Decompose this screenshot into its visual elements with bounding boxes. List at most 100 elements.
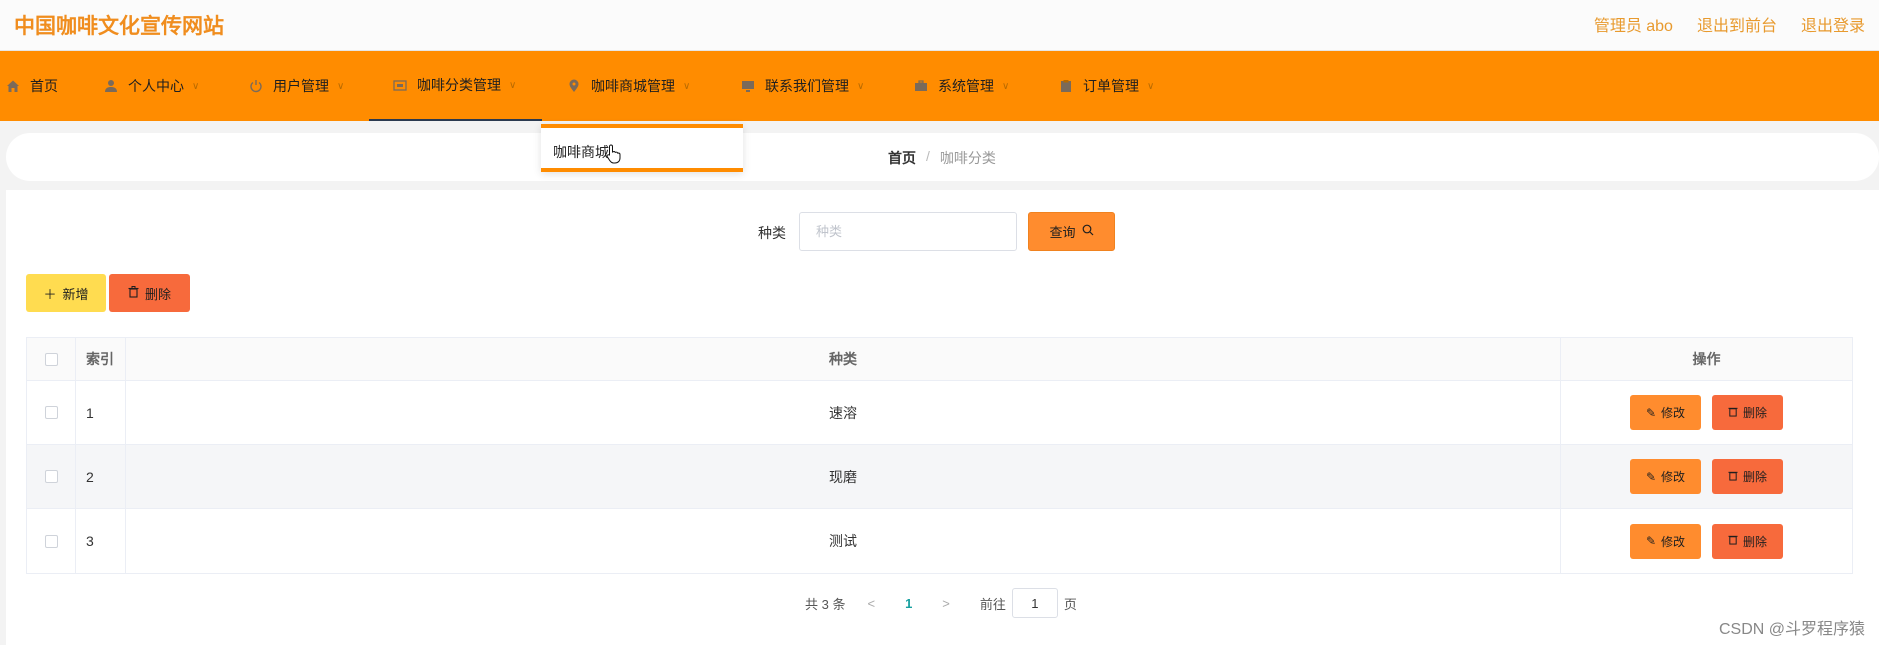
edit-icon: ✎ bbox=[1645, 469, 1657, 484]
admin-user-link[interactable]: 管理员 abo bbox=[1594, 12, 1673, 36]
table-header-row: 索引 种类 操作 bbox=[27, 338, 1852, 381]
home-icon bbox=[6, 79, 20, 93]
row-index: 2 bbox=[76, 445, 126, 508]
trash-icon bbox=[1728, 534, 1738, 548]
site-title: 中国咖啡文化宣传网站 bbox=[14, 15, 224, 38]
category-table: 索引 种类 操作 1 速溶 ✎ 修改 删除 2 现磨 ✎ 修改 删除 3 测试 … bbox=[26, 337, 1853, 574]
trash-icon bbox=[128, 285, 139, 301]
pagination-total: 共 3 条 bbox=[805, 596, 846, 612]
table-row: 1 速溶 ✎ 修改 删除 bbox=[27, 381, 1852, 445]
chevron-down-icon: ∨ bbox=[1147, 80, 1155, 92]
breadcrumb: 首页 / 咖啡分类 bbox=[888, 148, 996, 168]
user-icon bbox=[104, 79, 118, 93]
nav-label: 首页 bbox=[30, 78, 58, 94]
breadcrumb-home[interactable]: 首页 bbox=[888, 148, 916, 168]
plus-icon: ＋ bbox=[43, 286, 57, 302]
chevron-down-icon: ∨ bbox=[857, 80, 865, 92]
search-label: 种类 bbox=[758, 225, 786, 241]
edit-button[interactable]: ✎ 修改 bbox=[1630, 395, 1701, 430]
search-input[interactable] bbox=[799, 212, 1017, 251]
edit-label: 修改 bbox=[1661, 534, 1686, 549]
nav-label: 订单管理 bbox=[1083, 78, 1139, 94]
nav-label: 系统管理 bbox=[938, 78, 994, 94]
delete-label: 删除 bbox=[1742, 406, 1767, 420]
row-type: 测试 bbox=[126, 509, 1561, 573]
row-type: 速溶 bbox=[126, 381, 1561, 444]
breadcrumb-separator: / bbox=[926, 148, 930, 164]
clipboard-icon bbox=[1059, 79, 1073, 93]
trash-icon bbox=[1728, 470, 1738, 484]
chevron-down-icon: ∨ bbox=[1002, 80, 1010, 92]
pagination: 共 3 条 < 1 > 前往 页 bbox=[805, 588, 1077, 618]
nav-label: 个人中心 bbox=[128, 78, 184, 94]
row-checkbox[interactable] bbox=[44, 470, 58, 483]
power-icon bbox=[249, 79, 263, 93]
query-button[interactable]: 查询 bbox=[1028, 212, 1115, 251]
dropdown-item-coffee-shop[interactable]: 咖啡商城 bbox=[553, 142, 609, 162]
batch-delete-button[interactable]: 删除 bbox=[109, 274, 190, 312]
goto-suffix: 页 bbox=[1063, 596, 1077, 612]
edit-button[interactable]: ✎ 修改 bbox=[1630, 523, 1701, 559]
goto-page-input[interactable] bbox=[1011, 588, 1058, 618]
top-header: 中国咖啡文化宣传网站 管理员 abo 退出到前台 退出登录 bbox=[0, 0, 1879, 51]
row-type: 现磨 bbox=[126, 445, 1561, 508]
next-page-icon[interactable]: > bbox=[942, 596, 950, 611]
row-index: 3 bbox=[76, 509, 126, 573]
edit-icon: ✎ bbox=[1645, 405, 1657, 420]
delete-label: 删除 bbox=[1742, 470, 1767, 484]
table-row: 3 测试 ✎ 修改 删除 bbox=[27, 509, 1852, 573]
search-icon bbox=[1082, 224, 1094, 239]
nav-label: 咖啡分类管理 bbox=[417, 77, 501, 93]
watermark: CSDN @斗罗程序猿 bbox=[1718, 621, 1865, 638]
delete-button[interactable]: 删除 bbox=[1712, 459, 1783, 494]
delete-button[interactable]: 删除 bbox=[1712, 523, 1783, 559]
header-links: 管理员 abo 退出到前台 退出登录 bbox=[1594, 12, 1865, 36]
edit-icon: ✎ bbox=[1645, 534, 1657, 548]
hand-cursor-icon bbox=[606, 144, 622, 169]
edit-label: 修改 bbox=[1661, 470, 1686, 484]
nav-label: 咖啡商城管理 bbox=[591, 78, 675, 94]
row-checkbox[interactable] bbox=[44, 406, 58, 419]
location-icon bbox=[567, 79, 581, 93]
monitor-icon bbox=[741, 79, 755, 93]
chevron-down-icon: ∨ bbox=[192, 80, 200, 92]
main-nav: 首页 个人中心 ∨ 用户管理 ∨ 咖啡分类管理 ∨ 咖啡商城管理 ∨ 联系我们管… bbox=[0, 51, 1879, 121]
nav-item-orders[interactable]: 订单管理 ∨ bbox=[1059, 51, 1154, 121]
header-index: 索引 bbox=[76, 338, 126, 380]
nav-label: 用户管理 bbox=[273, 78, 329, 94]
delete-button[interactable]: 删除 bbox=[1712, 395, 1783, 430]
row-checkbox[interactable] bbox=[44, 534, 58, 548]
trash-icon bbox=[1728, 406, 1738, 420]
nav-item-contact[interactable]: 联系我们管理 ∨ bbox=[741, 51, 864, 121]
back-to-frontend-link[interactable]: 退出到前台 bbox=[1697, 12, 1777, 36]
select-all-checkbox[interactable] bbox=[44, 352, 58, 366]
coffee-shop-dropdown: 咖啡商城 bbox=[541, 124, 743, 172]
nav-item-users[interactable]: 用户管理 ∨ bbox=[249, 51, 344, 121]
header-actions: 操作 bbox=[1692, 351, 1721, 367]
edit-button[interactable]: ✎ 修改 bbox=[1630, 459, 1701, 494]
batch-delete-label: 删除 bbox=[144, 286, 171, 302]
page-number-current[interactable]: 1 bbox=[905, 596, 912, 611]
breadcrumb-current: 咖啡分类 bbox=[939, 150, 996, 166]
nav-item-home[interactable]: 首页 bbox=[6, 51, 58, 121]
chevron-down-icon: ∨ bbox=[683, 80, 691, 92]
nav-item-profile[interactable]: 个人中心 ∨ bbox=[104, 51, 199, 121]
delete-label: 删除 bbox=[1742, 534, 1767, 549]
nav-item-system[interactable]: 系统管理 ∨ bbox=[914, 51, 1009, 121]
table-row: 2 现磨 ✎ 修改 删除 bbox=[27, 445, 1852, 509]
nav-item-coffee-category[interactable]: 咖啡分类管理 ∨ bbox=[369, 51, 542, 121]
prev-page-icon[interactable]: < bbox=[867, 596, 875, 611]
goto-prefix: 前往 bbox=[979, 596, 1006, 612]
add-button[interactable]: ＋ 新增 bbox=[26, 274, 106, 312]
header-type: 种类 bbox=[126, 338, 1561, 380]
edit-label: 修改 bbox=[1661, 406, 1686, 420]
logout-link[interactable]: 退出登录 bbox=[1801, 12, 1865, 36]
nav-item-coffee-shop[interactable]: 咖啡商城管理 ∨ bbox=[567, 51, 690, 121]
suitcase-icon bbox=[914, 79, 928, 93]
row-index: 1 bbox=[76, 381, 126, 444]
add-button-label: 新增 bbox=[62, 286, 89, 302]
folder-icon bbox=[393, 78, 407, 92]
query-button-label: 查询 bbox=[1049, 225, 1076, 240]
nav-label: 联系我们管理 bbox=[765, 78, 849, 94]
chevron-down-icon: ∨ bbox=[337, 80, 345, 92]
